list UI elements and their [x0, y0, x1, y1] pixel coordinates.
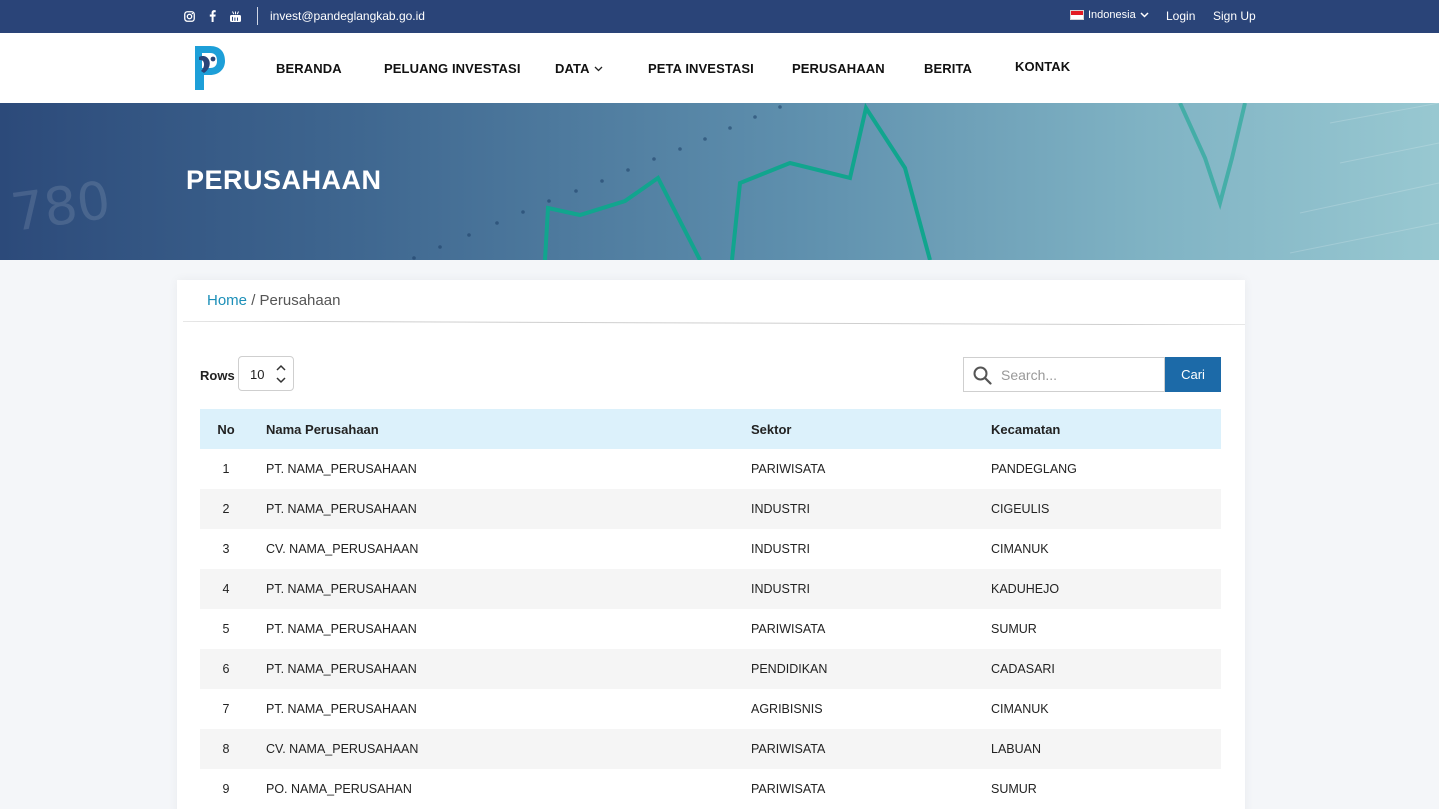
cell-kecamatan: CIMANUK [991, 702, 1049, 716]
cell-no: 9 [222, 782, 230, 796]
cell-kecamatan: CIGEULIS [991, 502, 1050, 516]
indonesia-flag-icon [1070, 10, 1084, 20]
cell-no: 8 [222, 742, 230, 756]
language-label: Indonesia [1088, 9, 1136, 21]
table-row[interactable]: 5 PT. NAMA_PERUSAHAAN PARIWISATA SUMUR [200, 609, 1221, 649]
company-table: No Nama Perusahaan Sektor Kecamatan 1 PT… [200, 409, 1221, 809]
pandeglang-logo[interactable] [193, 44, 227, 92]
header-no: No [217, 422, 235, 437]
cell-nama-perusahaan: CV. NAMA_PERUSAHAAN [266, 742, 419, 756]
table-row[interactable]: 6 PT. NAMA_PERUSAHAAN PENDIDIKAN CADASAR… [200, 649, 1221, 689]
header-sektor: Sektor [751, 422, 792, 437]
chevron-down-icon [1140, 12, 1149, 18]
login-link[interactable]: Login [1166, 9, 1195, 23]
signup-link[interactable]: Sign Up [1213, 9, 1256, 23]
spinner-arrows-icon[interactable] [275, 362, 287, 386]
table-row[interactable]: 7 PT. NAMA_PERUSAHAAN AGRIBISNIS CIMANUK [200, 689, 1221, 729]
hero-banner: 780 PERUSAHAAN [0, 103, 1439, 260]
cell-nama-perusahaan: PT. NAMA_PERUSAHAAN [266, 662, 417, 676]
cell-nama-perusahaan: PO. NAMA_PERUSAHAN [266, 782, 412, 796]
facebook-icon[interactable] [206, 9, 219, 23]
cell-sektor: PARIWISATA [751, 742, 826, 756]
content-card: Home / Perusahaan Rows 10 Cari No Nama P… [177, 280, 1245, 809]
table-row[interactable]: 4 PT. NAMA_PERUSAHAAN INDUSTRI KADUHEJO [200, 569, 1221, 609]
social-links [183, 9, 242, 23]
header-kecamatan: Kecamatan [991, 422, 1061, 437]
cell-sektor: PARIWISATA [751, 462, 826, 476]
breadcrumb-home-link[interactable]: Home [207, 292, 247, 309]
table-row[interactable]: 1 PT. NAMA_PERUSAHAAN PARIWISATA PANDEGL… [200, 449, 1221, 489]
cell-no: 4 [222, 582, 230, 596]
table-row[interactable]: 2 PT. NAMA_PERUSAHAAN INDUSTRI CIGEULIS [200, 489, 1221, 529]
cell-no: 6 [222, 662, 230, 676]
table-row[interactable]: 8 CV. NAMA_PERUSAHAAN PARIWISATA LABUAN [200, 729, 1221, 769]
cell-sektor: PARIWISATA [751, 622, 826, 636]
cell-kecamatan: CADASARI [991, 662, 1055, 676]
nav-data-label: DATA [555, 61, 590, 76]
nav-beranda[interactable]: BERANDA [276, 61, 342, 76]
cell-sektor: INDUSTRI [751, 502, 811, 516]
cell-kecamatan: CIMANUK [991, 542, 1049, 556]
cell-no: 3 [222, 542, 230, 556]
hero-background-number: 780 [7, 171, 114, 244]
cell-kecamatan: SUMUR [991, 782, 1037, 796]
cell-nama-perusahaan: PT. NAMA_PERUSAHAAN [266, 622, 417, 636]
header-nama-perusahaan: Nama Perusahaan [266, 422, 379, 437]
breadcrumb: Home / Perusahaan [207, 292, 340, 309]
cell-sektor: PENDIDIKAN [751, 662, 828, 676]
cell-sektor: PARIWISATA [751, 782, 826, 796]
cell-kecamatan: PANDEGLANG [991, 462, 1077, 476]
cell-no: 2 [222, 502, 230, 516]
cell-kecamatan: LABUAN [991, 742, 1042, 756]
search-field[interactable] [963, 357, 1165, 392]
breadcrumb-current: Perusahaan [259, 292, 341, 309]
topbar-divider [257, 7, 258, 25]
chevron-down-icon [594, 66, 603, 71]
cell-nama-perusahaan: PT. NAMA_PERUSAHAAN [266, 702, 417, 716]
rows-value: 10 [250, 367, 265, 382]
top-bar: invest@pandeglangkab.go.id Indonesia Log… [0, 0, 1439, 33]
table-row[interactable]: 3 CV. NAMA_PERUSAHAAN INDUSTRI CIMANUK [200, 529, 1221, 569]
email-link[interactable]: invest@pandeglangkab.go.id [270, 9, 425, 23]
cell-nama-perusahaan: PT. NAMA_PERUSAHAAN [266, 462, 417, 476]
rows-label: Rows [200, 368, 235, 383]
table-header: No Nama Perusahaan Sektor Kecamatan [200, 409, 1221, 449]
cell-kecamatan: KADUHEJO [991, 582, 1060, 596]
cell-sektor: INDUSTRI [751, 582, 811, 596]
nav-kontak[interactable]: KONTAK [1015, 59, 1070, 74]
cell-nama-perusahaan: CV. NAMA_PERUSAHAAN [266, 542, 419, 556]
page-title: PERUSAHAAN [186, 165, 382, 195]
rows-per-page-select[interactable]: 10 [238, 356, 294, 391]
instagram-icon[interactable] [183, 9, 196, 23]
nav-berita[interactable]: BERITA [924, 61, 972, 76]
table-body: 1 PT. NAMA_PERUSAHAAN PARIWISATA PANDEGL… [200, 449, 1221, 809]
search-icon [973, 366, 992, 385]
nav-data[interactable]: DATA [555, 61, 603, 76]
cell-no: 7 [222, 702, 230, 716]
nav-peluang-investasi[interactable]: PELUANG INVESTASI [384, 61, 521, 76]
youtube-icon[interactable] [229, 9, 242, 23]
language-selector[interactable]: Indonesia [1070, 9, 1149, 21]
breadcrumb-divider [183, 321, 1245, 325]
nav-peta-investasi[interactable]: PETA INVESTASI [648, 61, 754, 76]
cell-sektor: AGRIBISNIS [751, 702, 823, 716]
table-row[interactable]: 9 PO. NAMA_PERUSAHAN PARIWISATA SUMUR [200, 769, 1221, 809]
search-input[interactable] [1001, 366, 1156, 384]
cell-nama-perusahaan: PT. NAMA_PERUSAHAAN [266, 502, 417, 516]
cell-kecamatan: SUMUR [991, 622, 1037, 636]
cell-nama-perusahaan: PT. NAMA_PERUSAHAAN [266, 582, 417, 596]
cell-no: 5 [222, 622, 230, 636]
main-navbar: BERANDA PELUANG INVESTASI DATA PETA INVE… [0, 33, 1439, 103]
cell-no: 1 [222, 462, 230, 476]
cell-sektor: INDUSTRI [751, 542, 811, 556]
nav-perusahaan[interactable]: PERUSAHAAN [792, 61, 885, 76]
search-button[interactable]: Cari [1165, 357, 1221, 392]
breadcrumb-separator: / [251, 292, 256, 309]
